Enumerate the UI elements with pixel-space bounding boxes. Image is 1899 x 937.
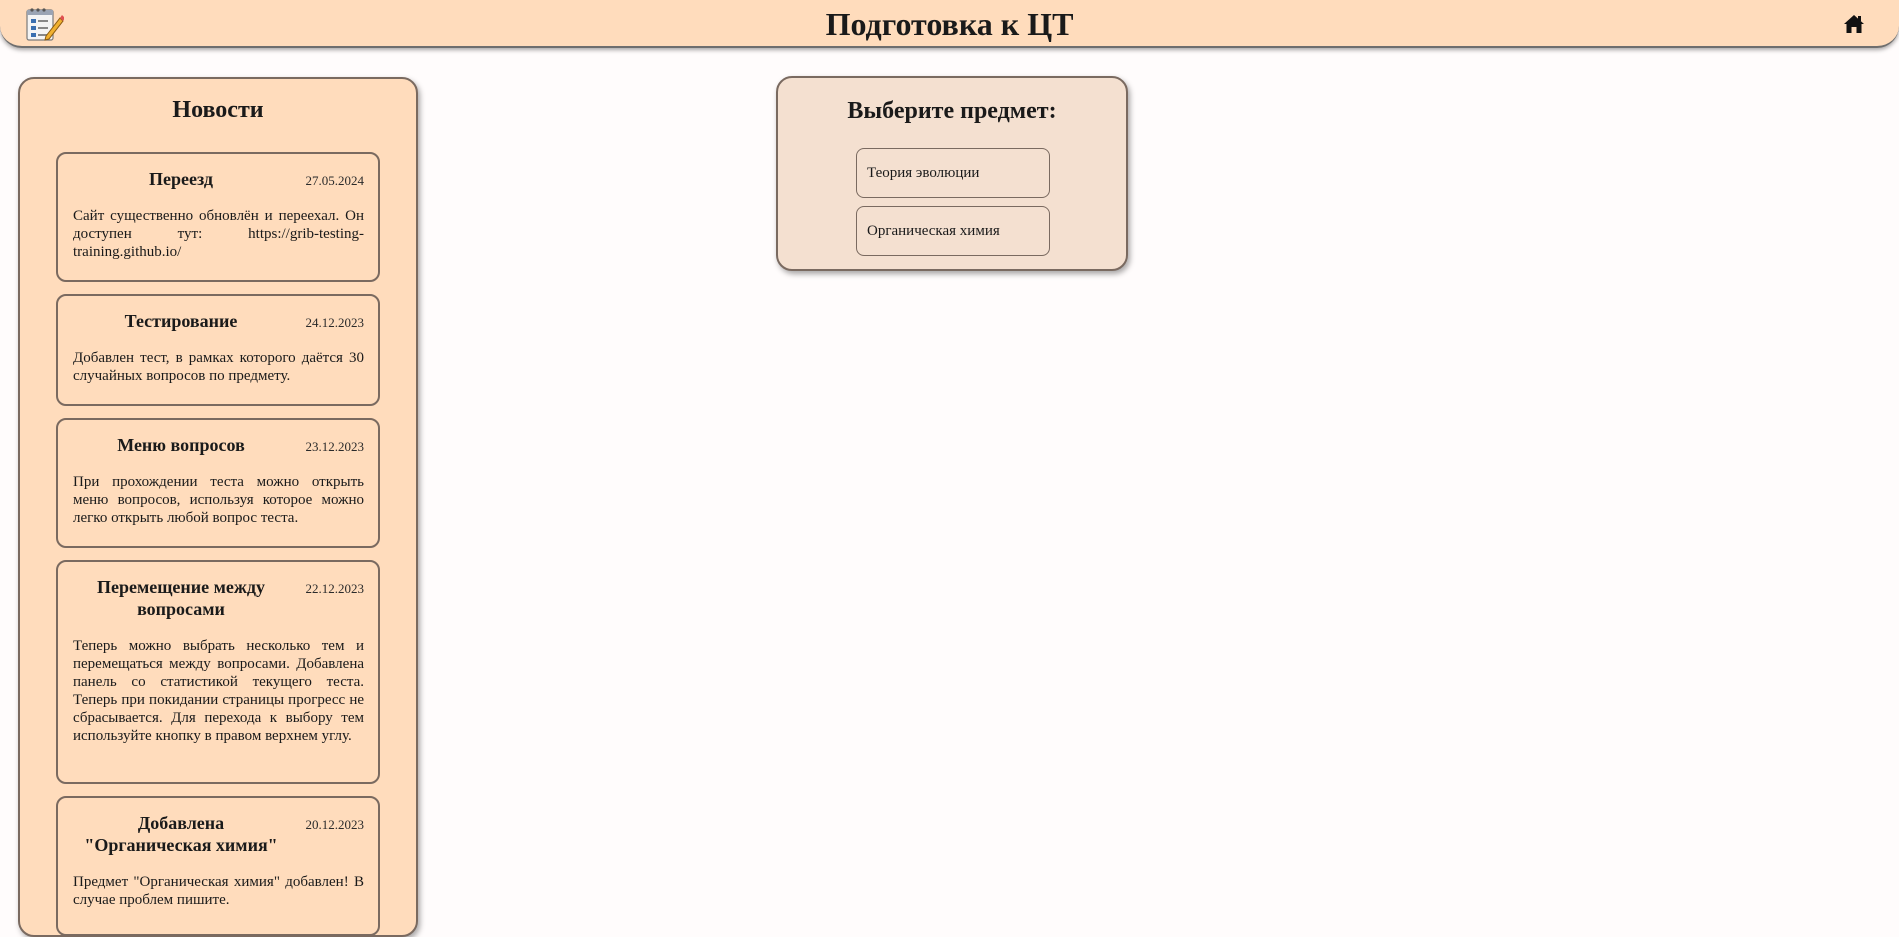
news-card-title: Тестирование (124, 311, 238, 331)
news-card: Переезд 27.05.2024 Сайт существенно обно… (56, 152, 380, 282)
news-card-title: Переезд (149, 169, 213, 189)
news-card-text: Добавлен тест, в рамках которого даётся … (73, 350, 364, 384)
news-card-date: 20.12.2023 (305, 817, 365, 832)
news-card: Тестирование 24.12.2023 Добавлен тест, в… (56, 294, 380, 406)
subject-button-organic-chemistry[interactable]: Органическая химия (856, 206, 1050, 256)
top-header: Подготовка к ЦТ (0, 0, 1899, 48)
news-card: Перемещение между вопросами 22.12.2023 Т… (56, 560, 380, 784)
news-card-date: 22.12.2023 (305, 581, 365, 596)
page-title: Подготовка к ЦТ (825, 6, 1074, 42)
home-icon[interactable] (1843, 14, 1865, 34)
news-card-text: Предмет "Органическая химия" добавлен! В… (73, 874, 364, 908)
news-card: Меню вопросов 23.12.2023 При прохождении… (56, 418, 380, 548)
news-card-date: 24.12.2023 (305, 315, 365, 330)
subject-heading: Выберите предмет: (847, 98, 1057, 124)
news-card-text: Теперь можно выбрать несколько тем и пер… (73, 638, 364, 744)
subject-selection-panel: Выберите предмет: Теория эволюции Органи… (776, 76, 1128, 271)
news-card-date: 27.05.2024 (305, 173, 365, 188)
news-panel: Новости Переезд 27.05.2024 Сайт существе… (18, 77, 418, 937)
news-heading: Новости (172, 97, 264, 123)
subject-button-evolution-theory[interactable]: Теория эволюции (856, 148, 1050, 198)
news-card: Добавлена "Органическая химия" 20.12.202… (56, 796, 380, 936)
news-card-text: Сайт существенно обновлён и переехал. Он… (73, 208, 364, 260)
news-card-title: Добавлена "Органическая химия" (84, 813, 278, 855)
news-card-title: Меню вопросов (117, 435, 245, 455)
news-card-text: При прохождении теста можно открыть меню… (73, 474, 364, 526)
news-card-title: Перемещение между вопросами (96, 577, 266, 619)
news-card-date: 23.12.2023 (305, 439, 365, 454)
